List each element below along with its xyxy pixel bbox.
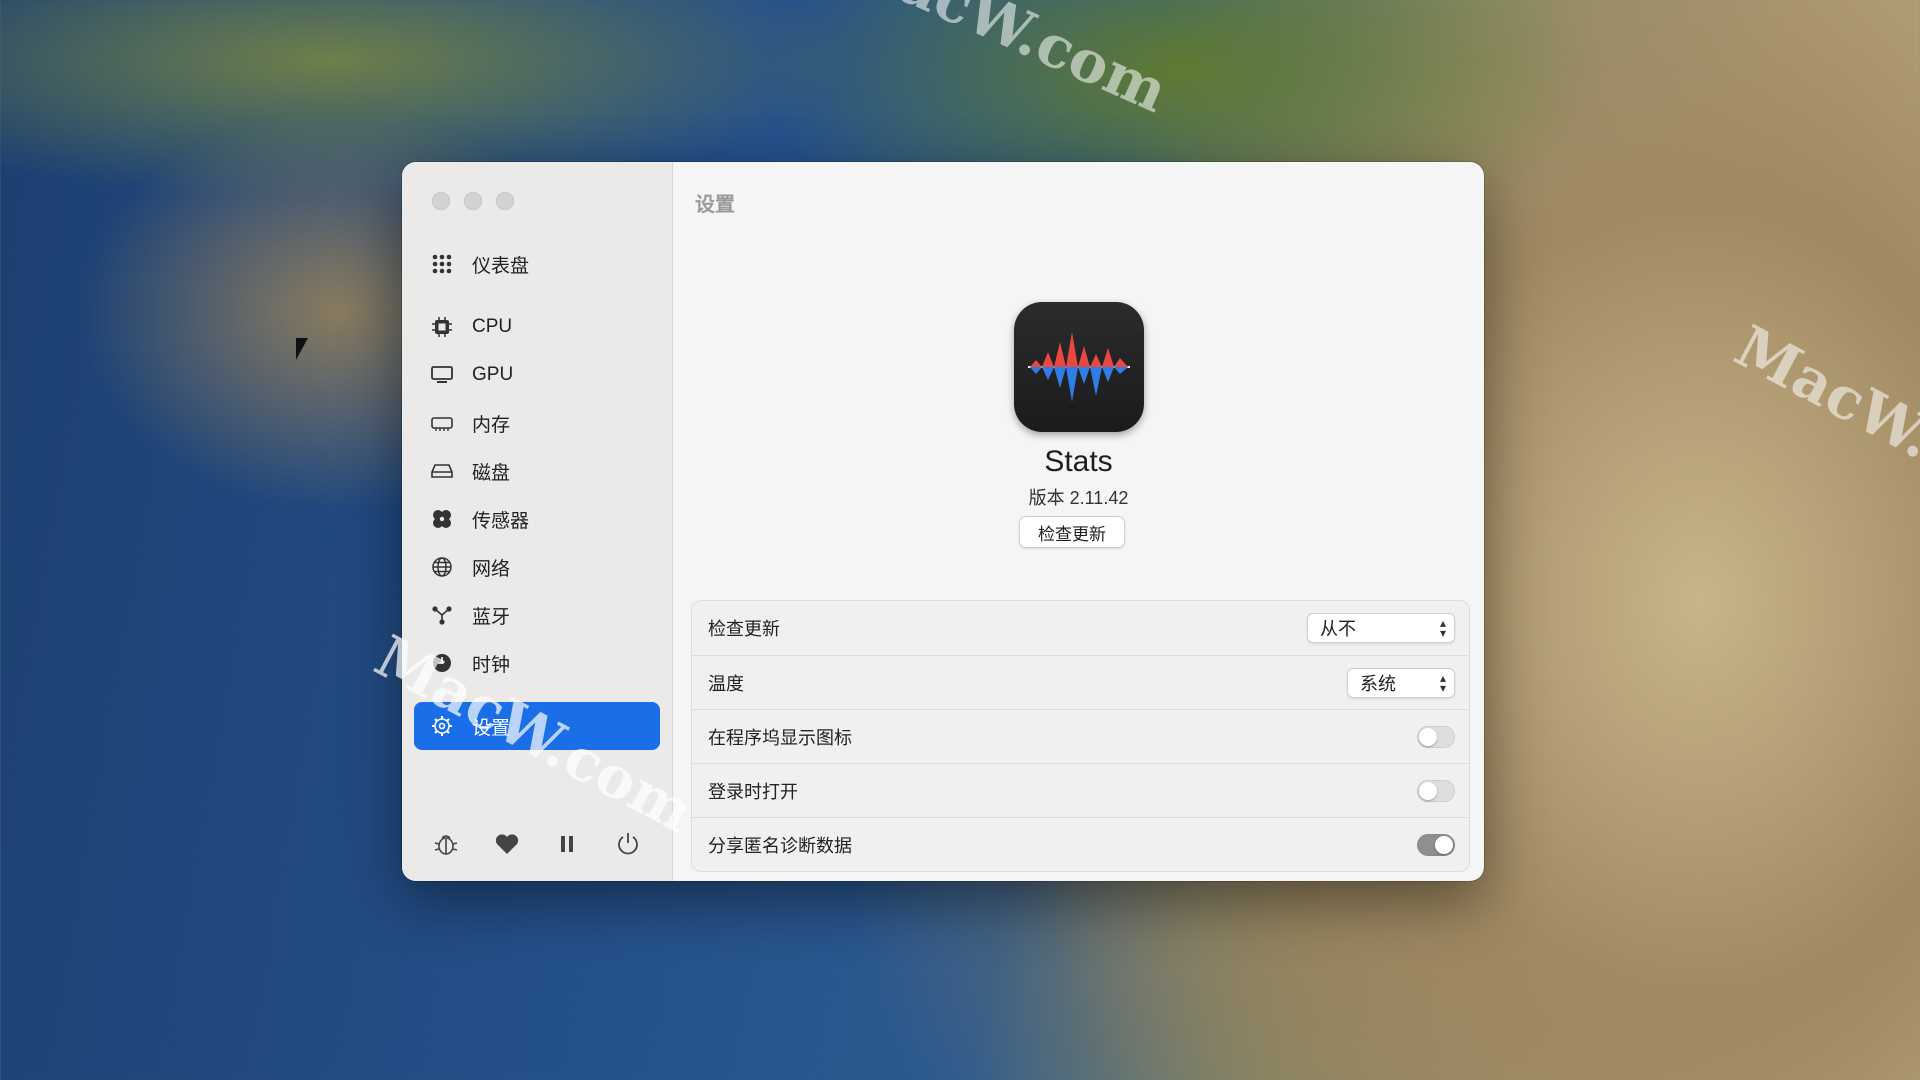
globe-icon [428,553,456,581]
sidebar-item-label: 网络 [472,558,511,580]
launch-at-login-toggle[interactable] [1417,779,1455,802]
pause-icon[interactable] [549,833,585,861]
bug-icon[interactable] [428,831,464,864]
sidebar-item-label: 仪表盘 [472,255,530,277]
setting-row-launch-at-login: 登录时打开 [692,763,1469,817]
stats-settings-window: 仪表盘 CPU GPU 内存 磁盘 传感器 网络 蓝牙 时钟 设置 设置 Sta… [402,162,1484,881]
sidebar-bottom-bar [402,827,672,867]
update-frequency-select[interactable]: 从不 ▴ ▾ [1307,613,1455,643]
sidebar-item-gpu[interactable]: GPU [414,351,660,399]
setting-row-share-diagnostics: 分享匿名诊断数据 [692,817,1469,871]
sidebar-item-clock[interactable]: 时钟 [414,639,660,687]
bluetooth-icon [428,601,456,629]
close-button[interactable] [432,192,450,210]
sidebar-item-dashboard[interactable]: 仪表盘 [414,240,660,288]
check-updates-button[interactable]: 检查更新 [1019,516,1125,548]
watermark: MacW.com [831,0,1178,126]
setting-label: 在程序坞显示图标 [708,727,852,748]
sidebar-item-memory[interactable]: 内存 [414,399,660,447]
settings-icon [428,712,456,740]
window-controls [432,192,514,210]
power-icon[interactable] [610,832,646,863]
chevron-updown-icon: ▴ ▾ [1439,670,1446,695]
select-value: 系统 [1360,673,1396,694]
app-version: 版本 2.11.42 [1028,488,1129,508]
stats-app-icon [1014,302,1144,432]
fan-icon [428,505,456,533]
sidebar-item-label: CPU [472,316,513,337]
memory-icon [428,409,456,437]
sidebar-item-label: 设置 [472,717,511,739]
setting-row-dock-icon: 在程序坞显示图标 [692,709,1469,763]
sidebar-item-label: 磁盘 [472,462,511,484]
clock-icon [428,649,456,677]
sidebar-item-cpu[interactable]: CPU [414,303,660,351]
setting-label: 分享匿名诊断数据 [708,835,852,856]
sidebar-item-label: 蓝牙 [472,606,511,628]
dock-icon-toggle[interactable] [1417,725,1455,748]
zoom-button[interactable] [496,192,514,210]
cpu-icon [428,313,456,341]
page-title: 设置 [695,194,735,216]
settings-content: 设置 Stats 版本 2.11.42 检查更新 检查更新 从不 ▴▾ 温度 [673,162,1484,881]
setting-label: 登录时打开 [708,781,798,802]
sidebar-item-network[interactable]: 网络 [414,543,660,591]
watermark: MacW.com [1724,312,1920,536]
chevron-updown-icon: ▴ ▾ [1439,616,1446,640]
sidebar-item-settings[interactable]: 设置 [414,702,660,750]
sidebar-item-label: 传感器 [472,510,530,532]
app-name: Stats [1044,445,1113,478]
heart-icon[interactable] [489,833,525,862]
sidebar-item-label: GPU [472,364,514,385]
temperature-unit-select[interactable]: 系统 ▴ ▾ [1347,667,1455,698]
sidebar-item-disk[interactable]: 磁盘 [414,447,660,495]
sidebar-item-label: 内存 [472,414,511,436]
disk-icon [428,457,456,485]
select-value: 从不 [1320,619,1356,639]
display-icon [428,361,456,389]
sidebar-item-bluetooth[interactable]: 蓝牙 [414,591,660,639]
minimize-button[interactable] [464,192,482,210]
sidebar: 仪表盘 CPU GPU 内存 磁盘 传感器 网络 蓝牙 时钟 设置 [402,162,673,881]
grid-icon [428,250,456,278]
setting-label: 温度 [708,673,744,694]
mouse-cursor [296,338,308,360]
setting-label: 检查更新 [708,619,780,639]
share-diagnostics-toggle[interactable] [1417,833,1455,856]
setting-row-update-check: 检查更新 从不 ▴ ▾ [692,601,1469,655]
sidebar-item-sensors[interactable]: 传感器 [414,495,660,543]
sidebar-item-label: 时钟 [472,654,511,676]
setting-row-temperature: 温度 系统 ▴ ▾ [692,655,1469,709]
settings-list: 检查更新 从不 ▴ ▾ 温度 系统 ▴ ▾ 在程序坞显示图标 登录时打开 分享匿… [691,600,1470,872]
